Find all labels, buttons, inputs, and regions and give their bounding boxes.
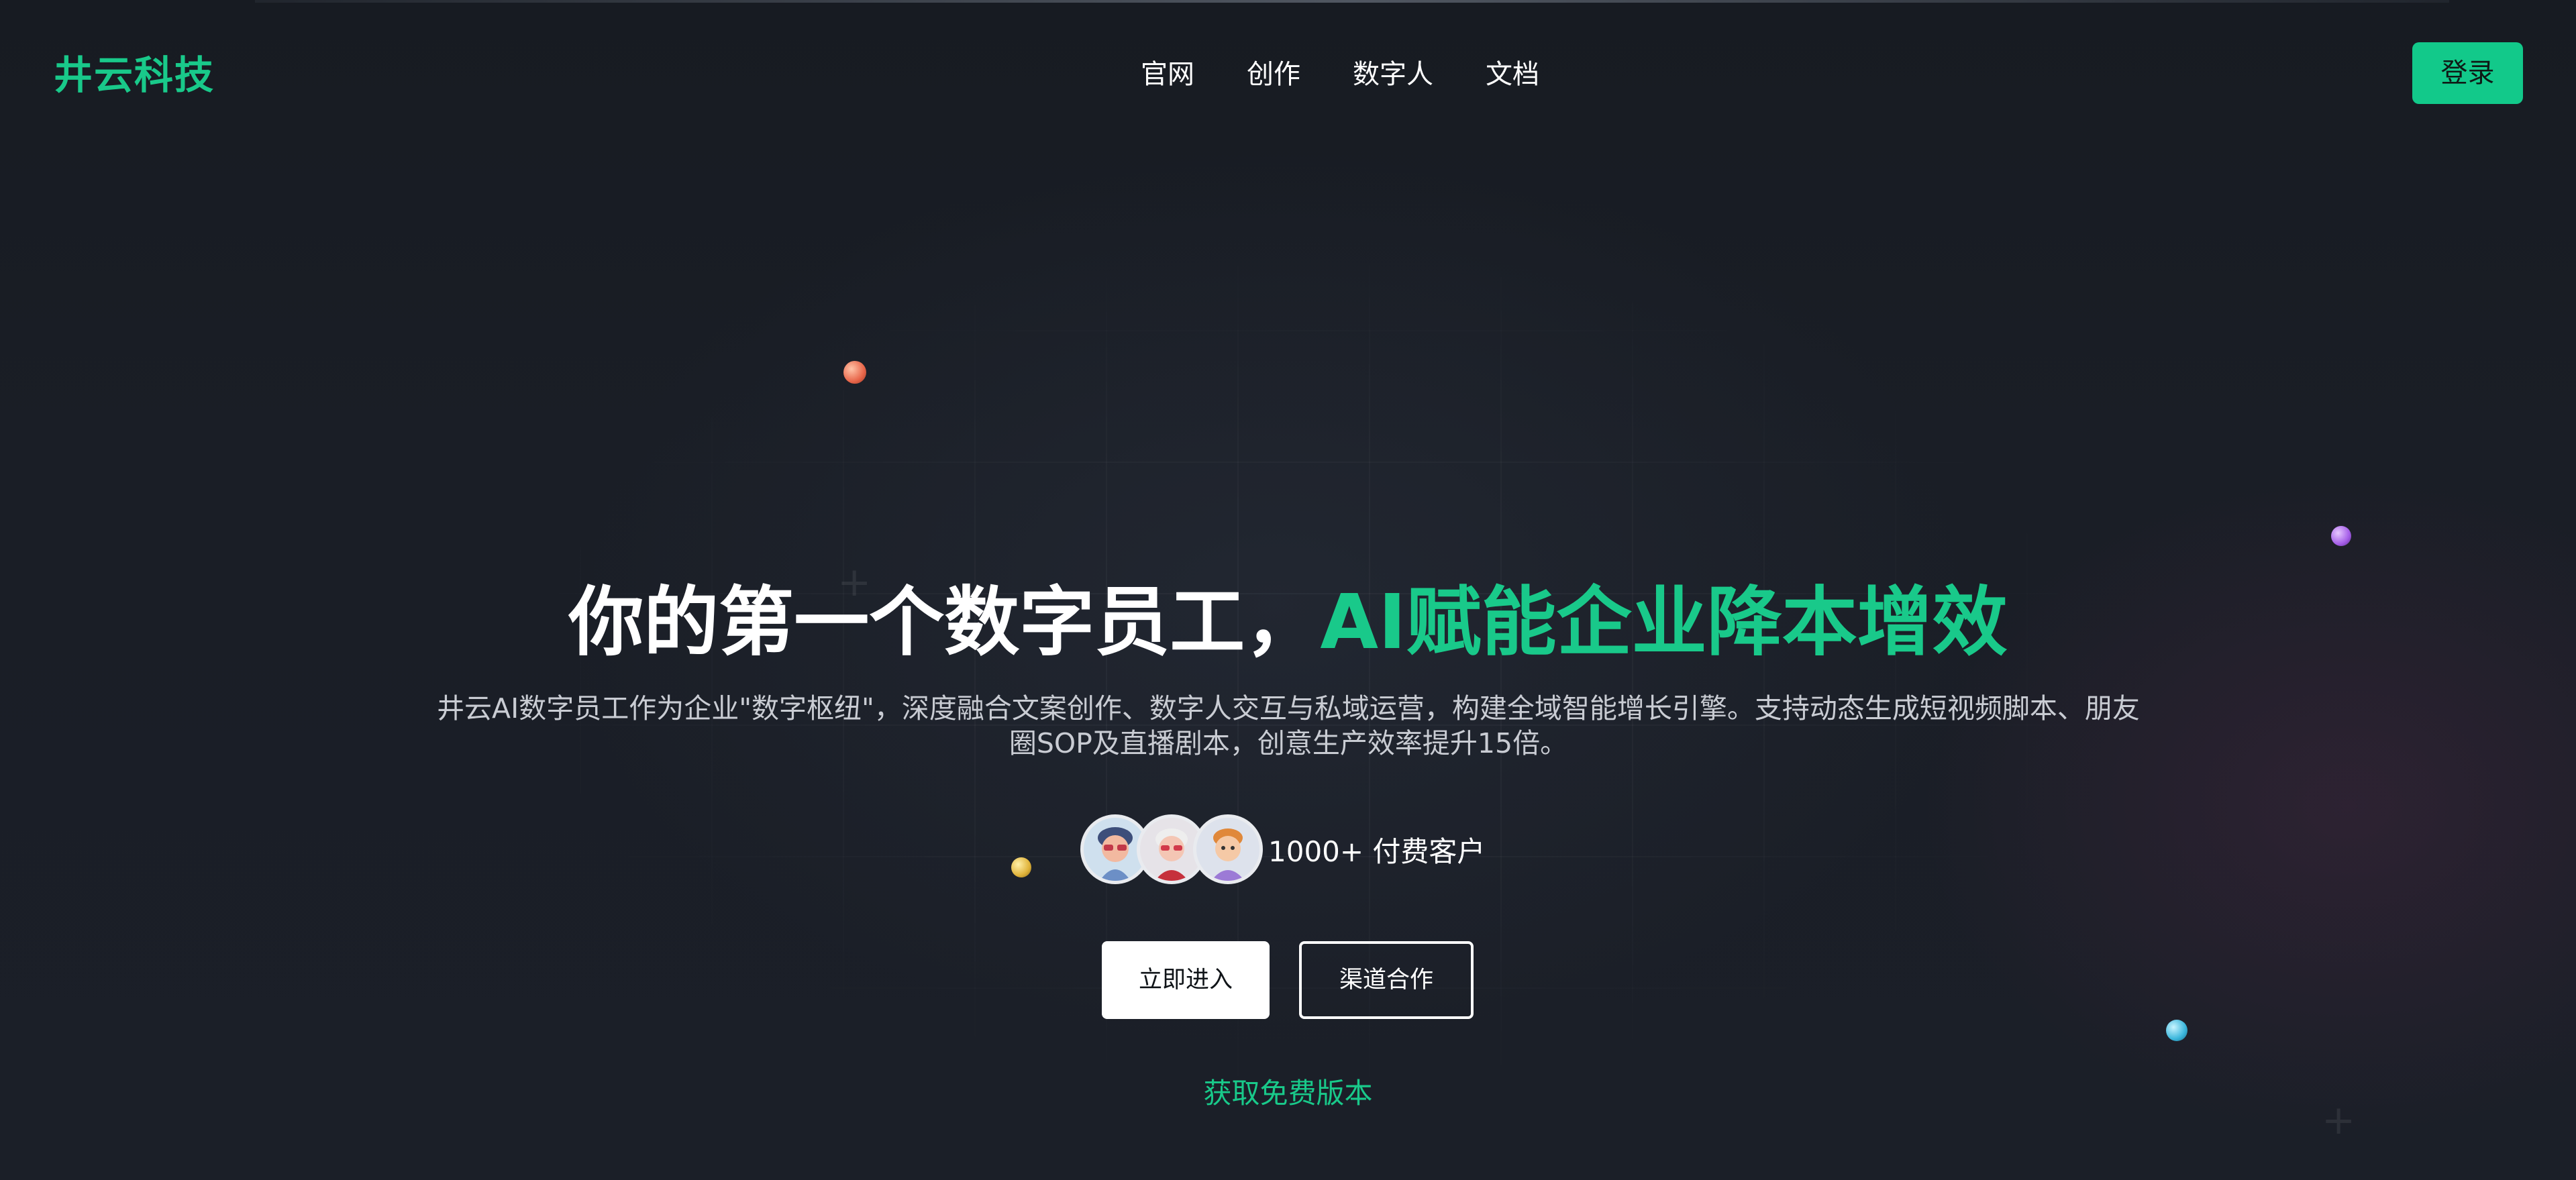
enter-now-button[interactable]: 立即进入 — [1102, 941, 1270, 1019]
hero-title: 你的第一个数字员工，AI赋能企业降本增效 — [0, 577, 2576, 668]
customer-proof: 1000+ 付费客户 — [1080, 812, 1485, 887]
nav-item-docs[interactable]: 文档 — [1486, 52, 1539, 97]
page: + + 井云科技 官网 创作 数字人 文档 登录 你的第一个数字员工，AI赋能企… — [0, 0, 2576, 1180]
purple-orb-decoration — [2331, 526, 2351, 546]
nav-item-digital-human[interactable]: 数字人 — [1353, 52, 1433, 97]
login-button[interactable]: 登录 — [2412, 42, 2523, 104]
hero-description: 井云AI数字员工作为企业"数字枢纽"，深度融合文案创作、数字人交互与私域运营，构… — [437, 692, 2140, 759]
nav-item-official-site[interactable]: 官网 — [1141, 52, 1194, 97]
hero-title-highlight: AI赋能企业降本增效 — [1320, 579, 2008, 666]
main-nav: 官网 创作 数字人 文档 — [1141, 52, 1592, 97]
nav-item-create[interactable]: 创作 — [1247, 52, 1300, 97]
customer-avatar-3 — [1193, 814, 1263, 884]
brand-logo[interactable]: 井云科技 — [54, 47, 215, 103]
yellow-orb-decoration — [1011, 857, 1031, 877]
cyan-orb-decoration — [2166, 1020, 2187, 1041]
channel-partner-button[interactable]: 渠道合作 — [1299, 941, 1474, 1019]
free-version-link[interactable]: 获取免费版本 — [0, 1072, 2576, 1115]
hero-title-main: 你的第一个数字员工， — [568, 579, 1321, 666]
customers-count-label: 1000+ 付费客户 — [1268, 835, 1486, 868]
orange-orb-decoration — [843, 361, 866, 384]
